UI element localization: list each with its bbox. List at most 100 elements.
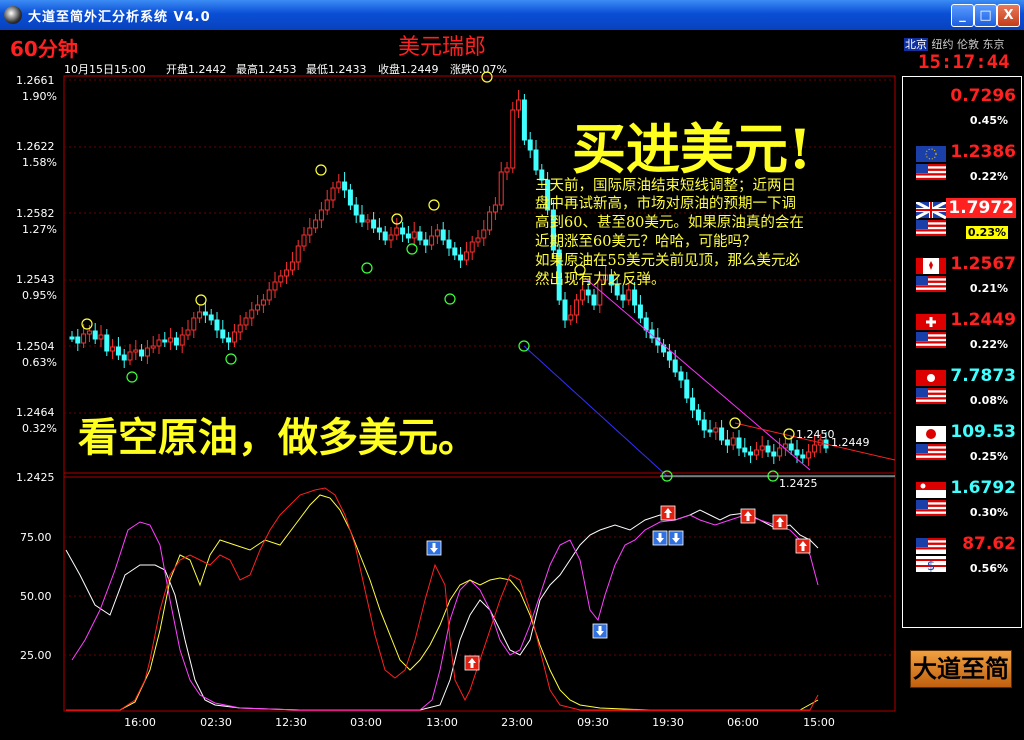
app-icon — [4, 6, 22, 24]
price-annotation: 1.2425 — [779, 477, 818, 490]
bar-low: 最低1.2433 — [306, 63, 367, 76]
candle-body — [98, 334, 104, 340]
candle-body — [458, 254, 464, 261]
gbp-usd-flag-icon — [916, 202, 946, 236]
candle-body — [724, 439, 730, 446]
price-tick: 1.2425 — [16, 471, 55, 484]
pct-tick: 1.58% — [22, 156, 57, 169]
price-tick: 1.2582 — [16, 207, 55, 220]
pct-tick: 0.63% — [22, 356, 57, 369]
period-label[interactable]: 60分钟 — [10, 37, 78, 61]
candle-body — [527, 139, 533, 151]
candle-body — [533, 149, 539, 171]
candle-body — [498, 171, 504, 206]
rate-value: 1.7972 — [946, 198, 1016, 218]
candle-body — [481, 229, 487, 239]
candle-body — [75, 336, 81, 344]
osc-tick: 75.00 — [20, 531, 52, 544]
pivot-low-marker — [444, 293, 456, 305]
rate-value: 1.2567 — [950, 254, 1016, 274]
price-chart[interactable]: 60分钟 美元瑞郎 10月15日15:00 开盘1.2442 最高1.2453 … — [0, 30, 900, 740]
pct-tick: 1.27% — [22, 223, 57, 236]
candle-body — [202, 311, 208, 316]
candle-body — [695, 409, 701, 421]
commentary-line: 近期涨至60美元？哈哈，可能吗？ — [535, 233, 756, 250]
rate-value: 87.62 — [962, 534, 1016, 554]
candle-body — [429, 235, 435, 246]
eur-usd-flag-icon — [916, 146, 946, 180]
candle-body — [110, 346, 116, 352]
candle-body — [521, 99, 527, 141]
watchlist-row[interactable]: $87.62 0.56% — [906, 534, 1016, 586]
title-bar: 大道至简外汇分析系统 V4.0 _ □ X — [0, 0, 1024, 30]
candle-body — [678, 371, 684, 381]
candle-body — [788, 443, 794, 451]
candle-body — [487, 211, 493, 231]
time-tick: 13:00 — [426, 716, 458, 729]
candle-body — [730, 437, 736, 446]
osc-line-yellow — [66, 494, 819, 711]
rate-value: 109.53 — [950, 422, 1016, 442]
rate-value: 1.2386 — [950, 142, 1016, 162]
commentary-line: 高到60、甚至80美元。如果原油真的会在 — [535, 213, 804, 231]
minimize-button[interactable]: _ — [951, 4, 974, 27]
candle-body — [585, 289, 591, 296]
candle-body — [168, 337, 174, 343]
candle-body — [179, 334, 185, 346]
city-tab-tokyo[interactable]: 东京 — [983, 38, 1005, 51]
watchlist-row[interactable]: 0.7296 0.45% — [906, 86, 1016, 138]
watchlist-row[interactable]: 1.2449 0.22% — [906, 310, 1016, 362]
candle-body — [313, 219, 319, 229]
candle-body — [318, 209, 324, 221]
candle-body — [92, 330, 98, 340]
watchlist-row[interactable]: 109.53 0.25% — [906, 422, 1016, 474]
candle-body — [301, 234, 307, 247]
clock-time: 15:17:44 — [918, 51, 1010, 73]
candle-body — [504, 167, 510, 173]
pivot-high-marker — [783, 428, 795, 440]
pivot-high-marker — [315, 164, 327, 176]
pct-change: 0.22% — [969, 170, 1008, 183]
watchlist-row[interactable]: 1.2567 0.21% — [906, 254, 1016, 306]
watchlist-row[interactable]: 1.7972 0.23% — [906, 198, 1016, 250]
candle-body — [231, 331, 237, 343]
watchlist-row[interactable]: 1.2386 0.22% — [906, 142, 1016, 194]
candle-body — [359, 214, 365, 223]
maximize-button[interactable]: □ — [974, 4, 997, 27]
candle-body — [388, 234, 394, 241]
watchlist-row[interactable]: 1.6792 0.30% — [906, 478, 1016, 530]
candle-body — [417, 231, 423, 241]
candle-body — [446, 239, 452, 249]
candle-body — [139, 349, 145, 357]
city-tab-london[interactable]: 伦敦 — [957, 38, 979, 51]
candle-body — [440, 229, 446, 241]
window-title: 大道至简外汇分析系统 V4.0 — [28, 10, 211, 25]
candle-body — [626, 289, 632, 301]
candle-body — [811, 444, 817, 453]
time-tick: 12:30 — [275, 716, 307, 729]
close-button[interactable]: X — [997, 4, 1020, 27]
time-tick: 09:30 — [577, 716, 609, 729]
candle-body — [707, 429, 713, 433]
pivot-low-marker — [126, 371, 138, 383]
pct-change: 0.56% — [969, 562, 1008, 575]
rate-value: 1.2449 — [950, 310, 1016, 330]
bar-close: 收盘1.2449 — [378, 62, 439, 76]
time-tick: 23:00 — [501, 716, 533, 729]
candle-body — [336, 181, 342, 189]
cad-usd-flag-icon — [916, 258, 946, 292]
candle-body — [243, 317, 249, 326]
osc-tick: 25.00 — [20, 649, 52, 662]
rate-value: 0.7296 — [950, 86, 1016, 106]
price-tick: 1.2504 — [16, 340, 55, 353]
jpy-usd-flag-icon — [916, 426, 946, 460]
candle-body — [133, 349, 139, 353]
candle-body — [295, 245, 301, 263]
city-tab-beijing[interactable]: 北京 — [904, 38, 928, 51]
candle-body — [197, 311, 203, 319]
candle-body — [759, 445, 765, 451]
watchlist-row[interactable]: 7.7873 0.08% — [906, 366, 1016, 418]
pct-change: 0.30% — [969, 506, 1008, 519]
candle-body — [289, 261, 295, 271]
city-tab-newyork[interactable]: 纽约 — [932, 38, 954, 51]
